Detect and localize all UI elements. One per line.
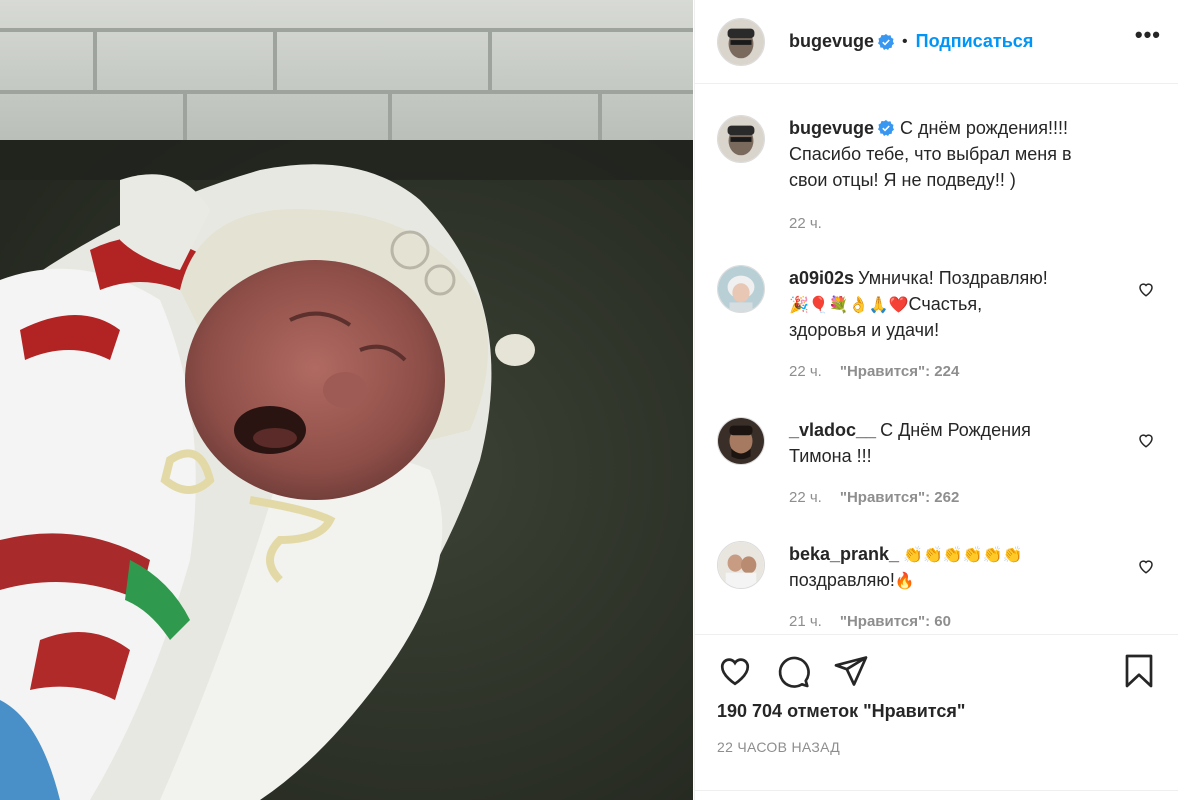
- comment-body: _vladoc__ С Днём Рождения Тимона !!! 22 ч…: [789, 417, 1105, 511]
- post-timestamp[interactable]: 22 часов назад: [717, 739, 840, 755]
- likes-count[interactable]: 190 704 отметок "Нравится": [717, 701, 965, 722]
- verified-badge-icon: [878, 120, 895, 136]
- post-actions: 190 704 отметок "Нравится" 22 часов наза…: [695, 634, 1179, 784]
- small-heart-icon[interactable]: [1137, 431, 1155, 449]
- comment-body: beka_prank_ 👏👏👏👏👏👏 поздравляю!🔥 21 ч. "Нра…: [789, 541, 1105, 629]
- comment-text: Счастья,: [908, 294, 983, 314]
- add-comment-area[interactable]: [695, 790, 1179, 800]
- comment-likes[interactable]: "Нравится": 262: [840, 489, 959, 506]
- follow-button[interactable]: Подписаться: [916, 31, 1034, 52]
- post-photo[interactable]: [0, 0, 693, 800]
- caption-username[interactable]: bugevuge: [789, 118, 874, 138]
- comment-row: beka_prank_ 👏👏👏👏👏👏 поздравляю!🔥 21 ч. "Нра…: [717, 541, 1105, 629]
- comment-text: здоровья и удачи!: [789, 320, 940, 340]
- commenter-avatar[interactable]: [717, 417, 765, 465]
- comment-emoji: 🎉🎈💐👌🙏❤️: [789, 297, 909, 314]
- comment-row: a09i02s Умничка! Поздравляю! 🎉🎈💐👌🙏❤️Счаст…: [717, 265, 1105, 385]
- post-side-panel: bugevuge • Подписаться ••• bugevuge С днё…: [694, 0, 1179, 800]
- caption-row: bugevuge С днём рождения!!!! Спасибо тебе…: [717, 115, 1105, 237]
- caption-body: bugevuge С днём рождения!!!! Спасибо тебе…: [789, 115, 1105, 237]
- separator-dot: •: [902, 32, 908, 50]
- comment-meta: 22 ч. "Нравится": 262: [789, 485, 1105, 511]
- comment-row: _vladoc__ С Днём Рождения Тимона !!! 22 ч…: [717, 417, 1105, 511]
- author-username[interactable]: bugevuge: [789, 31, 874, 52]
- caption-line-2: Спасибо тебе, что выбрал меня в: [789, 144, 1072, 164]
- comment-username[interactable]: a09i02s: [789, 268, 854, 288]
- comment-meta: 22 ч. "Нравится": 224: [789, 359, 1105, 385]
- comment-emoji: 👏👏👏👏👏👏: [903, 547, 1023, 564]
- comment-likes[interactable]: "Нравится": 60: [840, 613, 951, 629]
- small-heart-icon[interactable]: [1137, 557, 1155, 575]
- comment-body: a09i02s Умничка! Поздравляю! 🎉🎈💐👌🙏❤️Счаст…: [789, 265, 1105, 385]
- newborn-photo-image: [0, 0, 693, 800]
- comment-time[interactable]: 21 ч.: [789, 613, 822, 629]
- commenter-avatar[interactable]: [717, 265, 765, 313]
- comment-text: С Днём Рождения: [880, 420, 1031, 440]
- more-options-icon[interactable]: •••: [1135, 22, 1161, 48]
- heart-icon[interactable]: [717, 653, 753, 689]
- caption-meta: 22 ч.: [789, 211, 1105, 237]
- post-header: bugevuge • Подписаться •••: [695, 0, 1179, 84]
- paper-plane-icon[interactable]: [833, 653, 869, 689]
- author-avatar[interactable]: [717, 115, 765, 163]
- comment-text: Умничка! Поздравляю!: [858, 268, 1048, 288]
- comment-time[interactable]: 22 ч.: [789, 363, 822, 380]
- comment-time[interactable]: 22 ч.: [789, 489, 822, 506]
- scrollbar-track[interactable]: [1178, 0, 1200, 800]
- caption-line-1: С днём рождения!!!!: [900, 118, 1068, 138]
- comment-icon[interactable]: [775, 653, 811, 689]
- comment-emoji: 🔥: [894, 573, 915, 590]
- comment-username[interactable]: _vladoc__: [789, 420, 876, 440]
- author-avatar[interactable]: [717, 17, 765, 66]
- commenter-avatar[interactable]: [717, 541, 765, 589]
- bookmark-icon[interactable]: [1121, 653, 1157, 689]
- comments-list[interactable]: bugevuge С днём рождения!!!! Спасибо тебе…: [695, 85, 1179, 629]
- comment-meta: 21 ч. "Нравится": 60: [789, 609, 1105, 629]
- comment-text: поздравляю!: [789, 570, 895, 590]
- caption-line-3: свои отцы! Я не подведу!! ): [789, 170, 1016, 190]
- comment-likes[interactable]: "Нравится": 224: [840, 363, 959, 380]
- caption-time[interactable]: 22 ч.: [789, 215, 822, 232]
- comment-username[interactable]: beka_prank_: [789, 544, 899, 564]
- comment-text: Тимона !!!: [789, 446, 872, 466]
- small-heart-icon[interactable]: [1137, 280, 1155, 298]
- verified-badge-icon: [878, 33, 895, 50]
